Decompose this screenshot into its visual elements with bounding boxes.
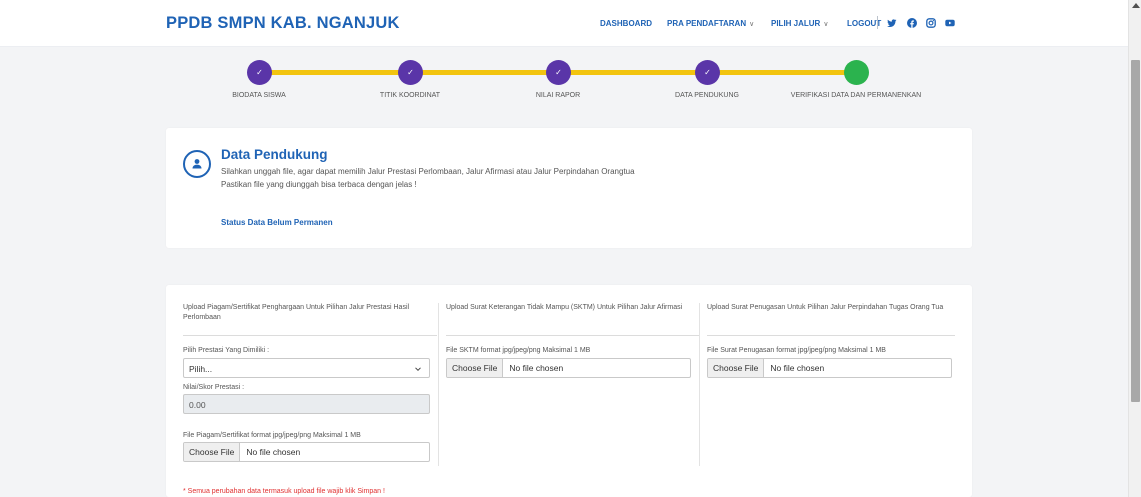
check-icon: ✓: [704, 68, 711, 77]
info-description: Silahkan unggah file, agar dapat memilih…: [221, 167, 635, 176]
nav-pra-pendaftaran[interactable]: PRA PENDAFTARAN ∨: [667, 19, 754, 28]
column-divider-line: [183, 335, 437, 336]
instagram-icon[interactable]: [926, 18, 936, 28]
chevron-down-icon: ∨: [823, 21, 829, 28]
sktm-file-status: No file chosen: [509, 363, 564, 373]
step-5-indicator: [844, 60, 869, 85]
upload-card: Upload Piagam/Sertifikat Penghargaan Unt…: [166, 285, 972, 497]
scroll-thumb[interactable]: [1131, 60, 1140, 402]
chevron-down-icon: [415, 367, 421, 372]
column-separator: [699, 303, 700, 466]
step-label-verifikasi: VERIFIKASI DATA DAN PERMANENKAN: [790, 92, 922, 99]
sktm-choose-file-button[interactable]: Choose File: [447, 359, 504, 377]
step-4-indicator: ✓: [695, 60, 720, 85]
upload-sktm-heading: Upload Surat Keterangan Tidak Mampu (SKT…: [446, 304, 683, 311]
penugasan-file-label: File Surat Penugasan format jpg/jpeg/png…: [707, 347, 886, 354]
youtube-icon[interactable]: [945, 18, 955, 28]
column-divider-line: [707, 335, 955, 336]
step-label-nilai-rapor: NILAI RAPOR: [535, 92, 581, 99]
vertical-scrollbar[interactable]: [1128, 0, 1141, 497]
nav-divider: [877, 16, 878, 29]
step-3-indicator: ✓: [546, 60, 571, 85]
nilai-label: Nilai/Skor Prestasi :: [183, 384, 245, 391]
check-icon: ✓: [555, 68, 562, 77]
top-navbar: PPDB SMPN KAB. NGANJUK DASHBOARD PRA PEN…: [0, 0, 1128, 47]
info-title: Data Pendukung: [221, 147, 328, 162]
nav-pra-pendaftaran-label: PRA PENDAFTARAN: [667, 19, 747, 28]
step-1-indicator: ✓: [247, 60, 272, 85]
brand-title[interactable]: PPDB SMPN KAB. NGANJUK: [166, 14, 400, 33]
step-label-titik-koordinat: TITIK KOORDINAT: [379, 92, 441, 99]
facebook-icon[interactable]: [907, 18, 917, 28]
status-label: Status Data Belum Permanen: [221, 218, 333, 227]
chevron-down-icon: ∨: [749, 21, 755, 28]
piagam-file-label: File Piagam/Sertifikat format jpg/jpeg/p…: [183, 432, 361, 439]
twitter-icon[interactable]: [887, 18, 897, 28]
column-divider-line: [446, 335, 700, 336]
piagam-file-input[interactable]: Choose File No file chosen: [183, 442, 430, 462]
check-icon: ✓: [256, 68, 263, 77]
prestasi-select[interactable]: Pilih...: [183, 358, 430, 378]
piagam-choose-file-button[interactable]: Choose File: [184, 443, 241, 461]
penugasan-file-input[interactable]: Choose File No file chosen: [707, 358, 952, 378]
step-2-indicator: ✓: [398, 60, 423, 85]
sktm-file-label: File SKTM format jpg/jpeg/png Maksimal 1…: [446, 347, 591, 354]
user-icon: [183, 150, 211, 178]
upload-prestasi-heading: Upload Piagam/Sertifikat Penghargaan Unt…: [183, 304, 410, 321]
nav-pilih-jalur-label: PILIH JALUR: [771, 19, 821, 28]
upload-penugasan-heading: Upload Surat Penugasan Untuk Pilihan Jal…: [707, 304, 944, 311]
penugasan-file-status: No file chosen: [770, 363, 825, 373]
nav-dashboard[interactable]: DASHBOARD: [600, 19, 652, 28]
nav-pilih-jalur[interactable]: PILIH JALUR ∨: [771, 19, 828, 28]
prestasi-select-value: Pilih...: [189, 364, 213, 374]
step-label-data-pendukung: DATA PENDUKUNG: [675, 92, 739, 99]
penugasan-choose-file-button[interactable]: Choose File: [708, 359, 765, 377]
sktm-file-input[interactable]: Choose File No file chosen: [446, 358, 691, 378]
save-reminder-note: * Semua perubahan data termasuk upload f…: [183, 488, 385, 495]
info-note: Pastikan file yang diunggah bisa terbaca…: [221, 180, 417, 189]
step-label-biodata: BIODATA SISWA: [232, 92, 286, 99]
column-separator: [438, 303, 439, 466]
check-icon: ✓: [407, 68, 414, 77]
nilai-input: 0.00: [183, 394, 430, 414]
piagam-file-status: No file chosen: [246, 447, 301, 457]
info-card: Data Pendukung Silahkan unggah file, aga…: [166, 128, 972, 248]
scroll-up-arrow-icon[interactable]: [1132, 3, 1140, 8]
prestasi-select-label: Pilih Prestasi Yang Dimiliki :: [183, 347, 270, 354]
